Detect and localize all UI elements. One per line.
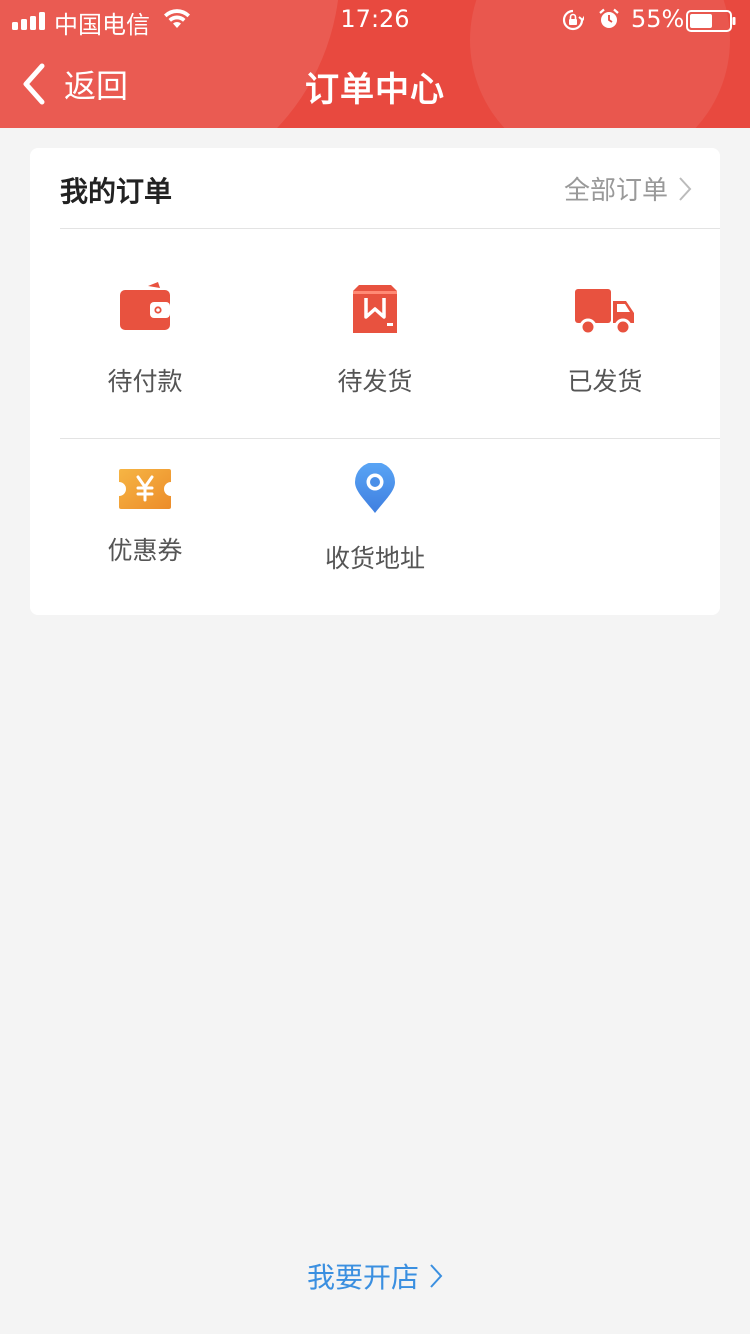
- chevron-right-icon: [430, 1264, 443, 1288]
- pending-shipment-label: 待发货: [337, 367, 413, 396]
- open-shop-label: 我要开店: [306, 1261, 419, 1294]
- shipping-address-label: 收货地址: [324, 544, 425, 573]
- all-orders-label: 全部订单: [563, 176, 668, 206]
- divider: [60, 438, 720, 439]
- shipped-button[interactable]: 已发货: [490, 287, 720, 398]
- battery-icon: [686, 10, 736, 32]
- rotation-lock-icon: [562, 9, 584, 31]
- header: 中国电信 17:26 55% 返回 订单中心: [0, 0, 750, 128]
- my-orders-title: 我的订单: [60, 175, 173, 208]
- nav-bar: 返回 订单中心: [0, 40, 750, 128]
- battery-percent: 55%: [631, 5, 685, 33]
- pending-payment-label: 待付款: [107, 367, 183, 396]
- pending-shipment-button[interactable]: 待发货: [260, 283, 490, 398]
- divider: [60, 228, 720, 229]
- order-center-page: 中国电信 17:26 55% 返回 订单中心 我的订单 全部订单 待付款 待发货…: [0, 0, 750, 1334]
- wallet-icon: [120, 282, 170, 330]
- page-title: 订单中心: [305, 70, 445, 110]
- my-orders-header: 我的订单 全部订单: [30, 148, 720, 228]
- all-orders-link[interactable]: 全部订单: [564, 170, 692, 207]
- pending-payment-button[interactable]: 待付款: [30, 280, 260, 398]
- coupon-button[interactable]: 优惠券: [30, 467, 260, 567]
- my-orders-card: 我的订单 全部订单 待付款 待发货 已发货 优惠券 收货地址: [30, 148, 720, 615]
- open-shop-row: 我要开店: [0, 1256, 750, 1296]
- coupon-label: 优惠券: [107, 536, 183, 565]
- package-icon: [353, 285, 397, 333]
- truck-icon: [575, 289, 634, 336]
- shipping-address-button[interactable]: 收货地址: [260, 463, 490, 575]
- open-shop-link[interactable]: 我要开店: [307, 1256, 443, 1296]
- location-pin-icon: [355, 463, 395, 513]
- status-bar: 中国电信 17:26 55%: [0, 0, 750, 40]
- chevron-right-icon: [679, 176, 692, 201]
- alarm-icon: [599, 8, 619, 28]
- coupon-icon: [119, 469, 171, 509]
- shipped-label: 已发货: [567, 367, 643, 396]
